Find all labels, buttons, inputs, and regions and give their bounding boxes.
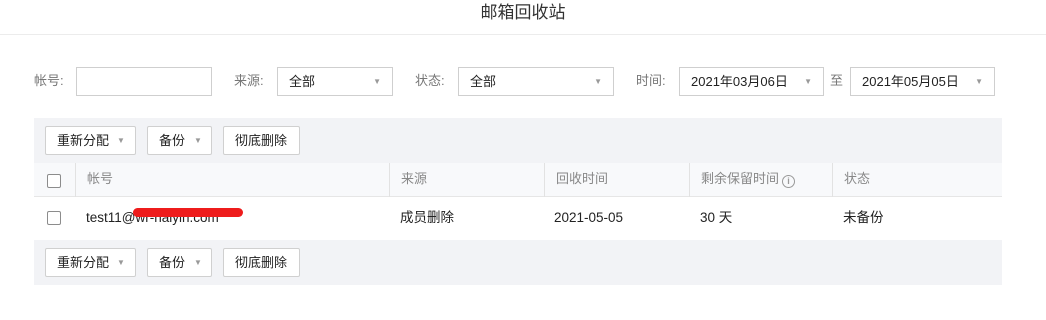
column-header-remaining-time: 剩余保留时间 i (689, 163, 832, 197)
caret-down-icon: ▼ (117, 136, 125, 145)
caret-down-icon: ▼ (975, 77, 983, 86)
caret-down-icon: ▼ (117, 258, 125, 267)
start-date-picker[interactable]: 2021年03月06日 ▼ (679, 67, 824, 96)
backup-button[interactable]: 备份 ▼ (147, 126, 212, 155)
column-header-recycle-time-label: 回收时间 (556, 171, 609, 186)
status-filter-value: 全部 (470, 74, 497, 89)
backup-button[interactable]: 备份 ▼ (147, 248, 212, 277)
row-checkbox[interactable] (47, 211, 61, 225)
reassign-button[interactable]: 重新分配 ▼ (45, 126, 136, 155)
column-header-remaining-time-wrap: 剩余保留时间 i (701, 171, 796, 188)
column-header-remaining-time-label: 剩余保留时间 (701, 171, 780, 186)
permanent-delete-button-label: 彻底删除 (235, 255, 288, 270)
column-header-status-label: 状态 (844, 171, 871, 186)
page-header: 邮箱回收站 (0, 0, 1046, 35)
account-filter-label: 帐号: (34, 73, 64, 88)
status-filter-label: 状态: (415, 73, 445, 88)
column-header-account-label: 帐号 (87, 171, 114, 186)
table-header: 帐号 来源 回收时间 剩余保留时间 i 状态 (34, 163, 1002, 197)
backup-button-label: 备份 (159, 133, 186, 148)
caret-down-icon: ▼ (194, 258, 202, 267)
backup-button-label: 备份 (159, 255, 186, 270)
caret-down-icon: ▼ (373, 77, 381, 86)
column-header-source-label: 来源 (401, 171, 428, 186)
end-date-picker[interactable]: 2021年05月05日 ▼ (850, 67, 995, 96)
caret-down-icon: ▼ (804, 77, 812, 86)
source-filter-value: 全部 (289, 74, 316, 89)
status-filter-select[interactable]: 全部 ▼ (458, 67, 614, 96)
caret-down-icon: ▼ (194, 136, 202, 145)
start-date-value: 2021年03月06日 (691, 74, 788, 89)
permanent-delete-button[interactable]: 彻底删除 (223, 248, 300, 277)
caret-down-icon: ▼ (594, 77, 602, 86)
column-header-status: 状态 (832, 163, 1002, 197)
end-date-value: 2021年05月05日 (862, 74, 959, 89)
reassign-button-label: 重新分配 (57, 133, 110, 148)
row-remaining-time: 30 天 (700, 210, 733, 225)
account-filter-input[interactable] (76, 67, 212, 96)
source-filter-select[interactable]: 全部 ▼ (277, 67, 393, 96)
page-title: 邮箱回收站 (480, 3, 566, 22)
redaction-mark (133, 208, 243, 217)
table-row[interactable]: test11@wr-haiyin.com 成员删除 2021-05-05 30 … (34, 197, 1002, 240)
row-source: 成员删除 (400, 210, 454, 225)
date-range-separator: 至 (830, 73, 844, 88)
bottom-toolbar: 重新分配 ▼ 备份 ▼ 彻底删除 (34, 240, 1002, 285)
permanent-delete-button-label: 彻底删除 (235, 133, 288, 148)
row-recycle-time: 2021-05-05 (554, 210, 624, 225)
info-icon[interactable]: i (782, 175, 796, 188)
column-header-account: 帐号 (75, 163, 389, 197)
row-status: 未备份 (843, 210, 884, 225)
select-all-checkbox[interactable] (47, 174, 61, 188)
permanent-delete-button[interactable]: 彻底删除 (223, 126, 300, 155)
source-filter-label: 来源: (234, 73, 264, 88)
column-header-recycle-time: 回收时间 (544, 163, 689, 197)
column-header-source: 来源 (389, 163, 544, 197)
reassign-button-label: 重新分配 (57, 255, 110, 270)
time-filter-label: 时间: (636, 73, 666, 88)
top-toolbar: 重新分配 ▼ 备份 ▼ 彻底删除 (34, 118, 1002, 163)
reassign-button[interactable]: 重新分配 ▼ (45, 248, 136, 277)
